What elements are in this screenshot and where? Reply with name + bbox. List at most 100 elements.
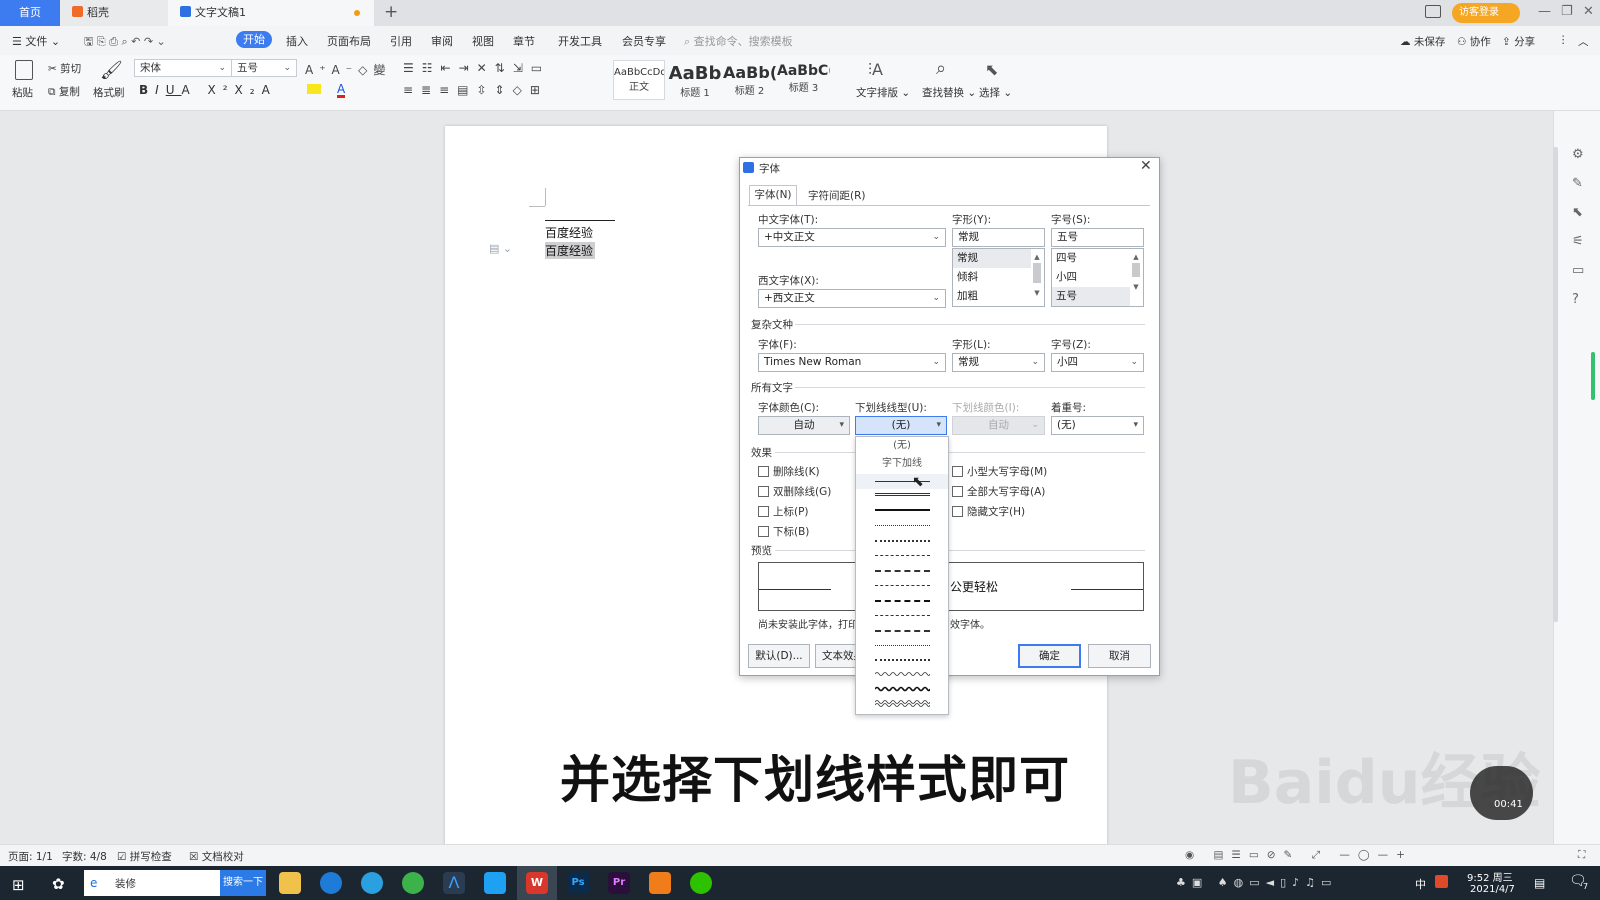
underline-option-dot-dash[interactable] <box>875 615 930 616</box>
superscript-checkbox[interactable] <box>758 506 769 517</box>
font-color-icon[interactable]: A <box>337 83 346 98</box>
font-tools-row1[interactable]: A⁺A⁻◇變 <box>305 61 391 78</box>
clock-time[interactable]: 9:52 周三 <box>1467 869 1513 884</box>
underline-option-thick[interactable] <box>875 509 930 511</box>
windows-start-icon[interactable]: ⊞ <box>12 876 25 894</box>
document-line-1[interactable]: 百度经验 <box>545 224 593 241</box>
edge-icon[interactable] <box>320 872 342 894</box>
system-tray-icons[interactable]: ♣▣ ♠◍▭◄▯♪♫▭ <box>1176 876 1337 889</box>
menu-chapter[interactable]: 章节 <box>513 33 535 49</box>
underline-style-dropdown[interactable]: (无) 字下加线 <box>855 436 949 715</box>
window-layout-icon[interactable] <box>1425 5 1441 18</box>
tab-font[interactable]: 字体(N) <box>749 185 797 205</box>
size-option-5[interactable]: 五号 <box>1052 287 1130 306</box>
style-heading1[interactable]: AaBb 标题 1 <box>668 60 722 100</box>
tab-daoke[interactable]: 稻壳 <box>60 0 168 26</box>
underline-option-thick-long-dash[interactable] <box>875 600 930 602</box>
size-input[interactable]: 五号 <box>1051 228 1144 247</box>
format-painter-button[interactable]: 格式刷 <box>93 85 125 100</box>
file-menu[interactable]: ☰ 文件 ⌄ <box>12 33 60 49</box>
style-heading3[interactable]: AaBbC(标题 3 <box>777 60 830 100</box>
unsaved-status[interactable]: ☁ 未保存 <box>1400 34 1445 49</box>
underline-style-select[interactable]: (无) ▾ <box>855 416 947 435</box>
font-tools-row2[interactable]: BIUA X²X₂A <box>139 83 277 97</box>
cut-button[interactable]: ✂ 剪切 <box>48 61 81 76</box>
size-option-small4[interactable]: 小四 <box>1052 268 1143 287</box>
view-mode-icons[interactable]: ◉ ▤☰▭⊘✎ ⤢ —◯—+ <box>1185 849 1413 862</box>
cortana-icon[interactable]: ✿ <box>52 875 65 893</box>
format-painter-icon[interactable]: 🖌 <box>100 60 123 81</box>
style-input[interactable]: 常规 <box>952 228 1045 247</box>
text-layout-button[interactable]: 文字排版 ⌄ <box>856 85 910 100</box>
page-count[interactable]: 页面: 1/1 <box>8 849 53 864</box>
underline-option-long-dash[interactable] <box>875 585 930 586</box>
menu-page-layout[interactable]: 页面布局 <box>327 33 371 49</box>
spell-check[interactable]: ☑ 拼写检查 <box>117 849 172 864</box>
minimize-icon[interactable]: — <box>1538 4 1551 19</box>
double-strikethrough-checkbox[interactable] <box>758 486 769 497</box>
file-explorer-icon[interactable] <box>279 872 301 894</box>
visitor-login-button[interactable]: 访客登录 <box>1452 3 1520 23</box>
more-icon[interactable]: ⋮ <box>1558 34 1569 46</box>
text-layout-icon[interactable]: ⫶A <box>868 60 883 80</box>
style-option-italic[interactable]: 倾斜 <box>953 268 1044 287</box>
dialog-close-icon[interactable]: ✕ <box>1140 158 1152 174</box>
underline-color-select[interactable]: 自动 ⌄ <box>952 416 1045 435</box>
menu-review[interactable]: 审阅 <box>431 33 453 49</box>
quick-access-icons[interactable]: 🖫 ⎘ ⎙ ⌕ ↶ ↷ ⌄ <box>84 33 166 52</box>
vertical-scrollbar[interactable] <box>1553 147 1558 622</box>
complex-font-select[interactable]: Times New Roman ⌄ <box>758 353 946 372</box>
underline-option-thick-dotted[interactable] <box>875 540 930 542</box>
find-replace-button[interactable]: 查找替换 ⌄ <box>922 85 976 100</box>
collapse-ribbon-icon[interactable]: ︿ <box>1578 34 1589 49</box>
paragraph-tools-row1[interactable]: ☰☷⇤⇥✕⇅⇲▭ <box>403 61 550 75</box>
fullscreen-icon[interactable]: ⛶ <box>1578 849 1585 862</box>
tab-character-spacing[interactable]: 字符间距(R) <box>802 187 872 205</box>
ime-indicator[interactable]: 中 <box>1415 876 1426 892</box>
style-normal[interactable]: AaBbCcDd 正文 <box>613 60 665 100</box>
cn-font-select[interactable]: +中文正文 ⌄ <box>758 228 946 247</box>
download-app-icon[interactable] <box>484 872 506 894</box>
sidebar-tools[interactable]: ⚙ ✎ ⬉ ⚟ ▭? <box>1572 140 1584 314</box>
share-button[interactable]: ⇪ 分享 <box>1502 34 1535 49</box>
size-listbox[interactable]: 四号 小四 五号 ▲ ▼ <box>1051 248 1144 307</box>
notes-app-icon[interactable] <box>649 872 671 894</box>
subscript-checkbox[interactable] <box>758 526 769 537</box>
font-name-select[interactable]: 宋体 ⌄ <box>134 59 232 77</box>
menu-member[interactable]: 会员专享 <box>622 33 666 49</box>
strikethrough-checkbox[interactable] <box>758 466 769 477</box>
word-count[interactable]: 字数: 4/8 <box>62 849 107 864</box>
copy-button[interactable]: ⧉ 复制 <box>48 84 80 99</box>
style-heading2[interactable]: AaBb(标题 2 <box>723 60 776 100</box>
sogou-browser-icon[interactable] <box>361 872 383 894</box>
wechat-icon[interactable] <box>690 872 712 894</box>
underline-option-thick-dot-dash[interactable] <box>875 630 930 632</box>
taskbar-search-text[interactable]: 装修 <box>115 876 136 891</box>
underline-option-dot-dot-dash[interactable] <box>875 645 930 646</box>
premiere-icon[interactable]: Pr <box>608 872 630 894</box>
hidden-text-checkbox[interactable] <box>952 506 963 517</box>
wps-icon[interactable]: W <box>526 872 548 894</box>
size-scrollbar[interactable]: ▲ ▼ <box>1131 251 1141 304</box>
menu-references[interactable]: 引用 <box>390 33 412 49</box>
tab-home[interactable]: 首页 <box>0 0 60 26</box>
menu-insert[interactable]: 插入 <box>286 33 308 49</box>
vector-app-icon[interactable]: Λ <box>443 872 465 894</box>
collab-button[interactable]: ⚇ 协作 <box>1457 34 1491 49</box>
complex-size-select[interactable]: 小四 ⌄ <box>1051 353 1144 372</box>
font-size-select[interactable]: 五号 ⌄ <box>231 59 297 77</box>
cursor-select-icon[interactable]: ⬉ <box>985 60 998 79</box>
size-option-4[interactable]: 四号 <box>1052 249 1143 268</box>
underline-option-waves[interactable] <box>875 670 930 710</box>
sogou-ime-icon[interactable] <box>1435 875 1448 888</box>
menu-view[interactable]: 视图 <box>472 33 494 49</box>
style-option-regular[interactable]: 常规 <box>953 249 1031 268</box>
menu-developer[interactable]: 开发工具 <box>558 33 602 49</box>
highlight-icon[interactable] <box>307 84 321 94</box>
tab-document[interactable]: 文字文稿1 <box>168 0 374 26</box>
small-caps-checkbox[interactable] <box>952 466 963 477</box>
command-search[interactable]: ⌕ 查找命令、搜索模板 <box>684 33 793 49</box>
underline-option-dashed[interactable] <box>875 555 930 556</box>
style-scrollbar[interactable]: ▲ ▼ <box>1032 251 1042 304</box>
paragraph-tools-row2[interactable]: ≡≣≡▤⇳⇕◇⊞ <box>403 83 548 97</box>
